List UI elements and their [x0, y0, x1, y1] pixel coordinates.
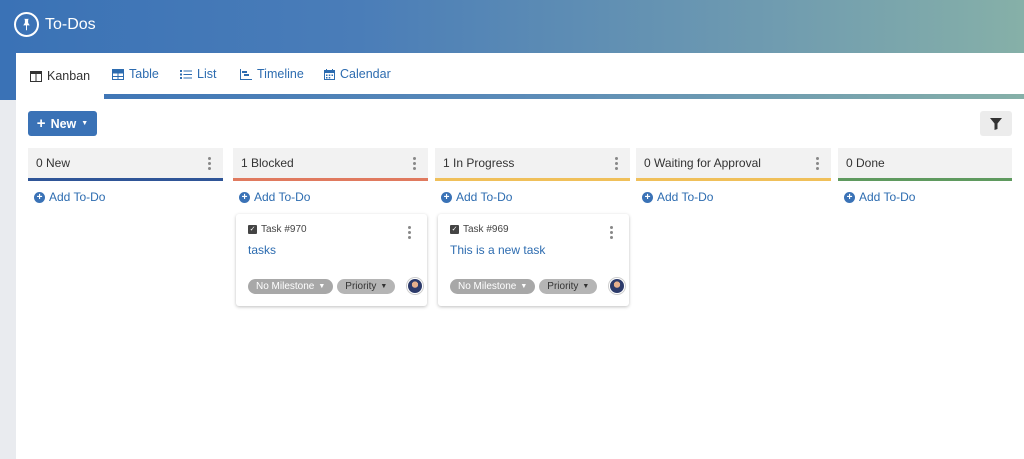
column-title: 0 New: [36, 156, 71, 170]
column-new: 0 New + Add To-Do: [28, 148, 223, 204]
tab-label: Timeline: [257, 67, 304, 81]
list-icon: [180, 69, 192, 79]
column-blocked: 1 Blocked + Add To-Do ✓ Task #970 tasks …: [233, 148, 428, 306]
column-waiting-for-approval: 0 Waiting for Approval + Add To-Do: [636, 148, 831, 204]
kebab-menu-icon[interactable]: [811, 156, 823, 170]
column-header: 1 Blocked: [233, 148, 428, 181]
add-todo-button[interactable]: + Add To-Do: [844, 190, 1012, 204]
task-id: Task #970: [261, 224, 307, 235]
milestone-dropdown[interactable]: No Milestone ▼: [248, 278, 334, 294]
new-button-label: New: [50, 116, 77, 131]
column-header: 0 Waiting for Approval: [636, 148, 831, 181]
column-title: 1 In Progress: [443, 156, 515, 170]
plus-icon: +: [36, 115, 46, 132]
milestone-label: No Milestone: [458, 280, 517, 292]
tab-list[interactable]: List: [180, 53, 216, 95]
tab-calendar[interactable]: Calendar: [324, 53, 391, 95]
pin-icon: [14, 12, 39, 37]
tab-underline: [16, 94, 1024, 99]
column-title: 0 Waiting for Approval: [644, 156, 761, 170]
plus-circle-icon: +: [34, 191, 45, 203]
add-todo-label: Add To-Do: [49, 190, 106, 204]
caret-down-icon: ▼: [380, 282, 388, 290]
plus-circle-icon: +: [441, 191, 452, 203]
avatar[interactable]: [609, 278, 626, 294]
plus-circle-icon: +: [642, 191, 653, 203]
task-title[interactable]: tasks: [248, 243, 415, 257]
task-card[interactable]: ✓ Task #970 tasks No Milestone ▼ Priority…: [236, 214, 427, 306]
tab-label: List: [197, 67, 217, 81]
kebab-menu-icon[interactable]: [203, 156, 215, 170]
add-todo-label: Add To-Do: [456, 190, 513, 204]
caret-down-icon: ▼: [318, 282, 326, 290]
tab-label: Calendar: [340, 67, 391, 81]
add-todo-label: Add To-Do: [859, 190, 916, 204]
kebab-menu-icon[interactable]: [610, 156, 622, 170]
add-todo-button[interactable]: + Add To-Do: [441, 190, 630, 204]
calendar-icon: [324, 68, 335, 80]
caret-down-icon: ▼: [582, 282, 590, 290]
filter-icon: [990, 117, 1002, 130]
tab-label: Kanban: [47, 69, 91, 83]
app-title: To-Dos: [14, 12, 96, 37]
checkbox-icon: ✓: [450, 225, 459, 234]
filter-button[interactable]: [980, 111, 1012, 136]
table-icon: [112, 68, 124, 80]
tab-timeline[interactable]: Timeline: [240, 53, 304, 95]
checkbox-icon: ✓: [248, 225, 257, 234]
kebab-menu-icon[interactable]: [605, 226, 617, 239]
tab-kanban[interactable]: Kanban: [16, 53, 105, 99]
tab-table[interactable]: Table: [112, 53, 159, 95]
column-header: 0 Done: [838, 148, 1012, 181]
kebab-menu-icon[interactable]: [403, 226, 415, 239]
milestone-label: No Milestone: [256, 280, 315, 292]
add-todo-label: Add To-Do: [657, 190, 714, 204]
view-tabs: Kanban Table List Timeline Calendar: [16, 53, 1024, 99]
column-done: 0 Done + Add To-Do: [838, 148, 1012, 204]
plus-circle-icon: +: [239, 191, 250, 203]
new-button[interactable]: + New ▼: [28, 111, 97, 136]
caret-down-icon: ▼: [520, 282, 528, 290]
column-title: 1 Blocked: [241, 156, 294, 170]
column-in-progress: 1 In Progress + Add To-Do ✓ Task #969 Th…: [435, 148, 630, 306]
task-title[interactable]: This is a new task: [450, 243, 617, 257]
add-todo-button[interactable]: + Add To-Do: [239, 190, 428, 204]
kanban-icon: [30, 70, 42, 82]
priority-dropdown[interactable]: Priority ▼: [539, 278, 598, 294]
avatar[interactable]: [407, 278, 424, 294]
priority-label: Priority: [345, 280, 377, 292]
column-header: 0 New: [28, 148, 223, 181]
caret-down-icon: ▼: [81, 120, 89, 127]
task-id: Task #969: [463, 224, 509, 235]
timeline-icon: [240, 68, 252, 80]
add-todo-label: Add To-Do: [254, 190, 311, 204]
tab-label: Table: [129, 67, 159, 81]
column-header: 1 In Progress: [435, 148, 630, 181]
add-todo-button[interactable]: + Add To-Do: [34, 190, 223, 204]
priority-label: Priority: [547, 280, 579, 292]
milestone-dropdown[interactable]: No Milestone ▼: [450, 278, 536, 294]
app-title-text: To-Dos: [45, 15, 96, 33]
kebab-menu-icon[interactable]: [408, 156, 420, 170]
priority-dropdown[interactable]: Priority ▼: [337, 278, 396, 294]
add-todo-button[interactable]: + Add To-Do: [642, 190, 831, 204]
main-panel: Kanban Table List Timeline Calendar + Ne…: [16, 53, 1024, 459]
column-title: 0 Done: [846, 156, 885, 170]
plus-circle-icon: +: [844, 191, 855, 203]
task-card[interactable]: ✓ Task #969 This is a new task No Milest…: [438, 214, 629, 306]
